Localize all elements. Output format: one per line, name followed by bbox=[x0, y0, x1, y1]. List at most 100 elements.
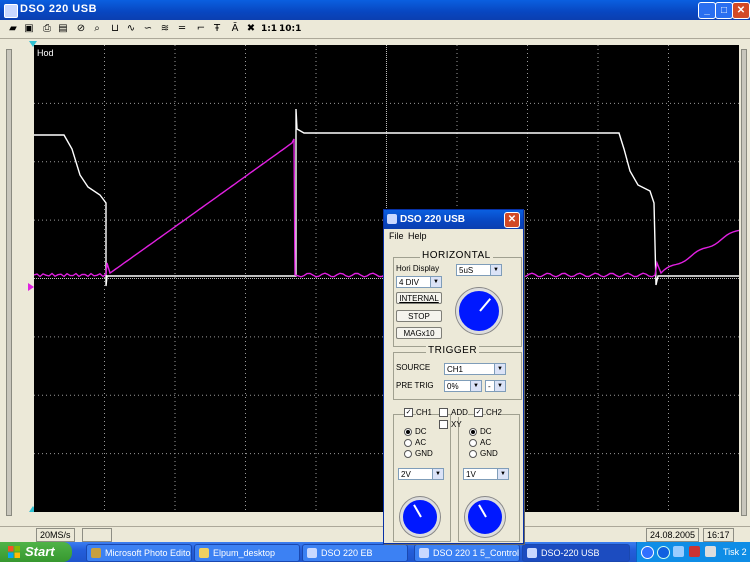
xy-checkbox[interactable] bbox=[439, 420, 448, 429]
tray-clock[interactable]: Tisk 2 bbox=[723, 547, 747, 557]
ch1-volts-knob[interactable] bbox=[400, 497, 440, 537]
save-icon[interactable]: ▣ bbox=[22, 22, 36, 36]
task-label: DSO-220 USB bbox=[541, 548, 600, 558]
menu-file[interactable]: File bbox=[389, 231, 404, 241]
main-title-bar[interactable]: DSO 220 USB _ □ ✕ bbox=[0, 0, 750, 20]
ch2-volts-knob[interactable] bbox=[465, 497, 505, 537]
sample-rate: 20MS/s bbox=[36, 528, 75, 542]
app-icon bbox=[4, 4, 18, 18]
ch2-ac-label: AC bbox=[480, 438, 492, 447]
panel-title: DSO 220 USB bbox=[400, 214, 466, 225]
timebase-knob[interactable] bbox=[456, 288, 502, 334]
ch1-dc-radio[interactable] bbox=[404, 428, 412, 436]
minimize-button[interactable]: _ bbox=[698, 2, 716, 19]
task-dso-usb[interactable]: DSO-220 USB bbox=[522, 544, 630, 562]
task-label: DSO 220 EB bbox=[321, 548, 373, 558]
dso-icon bbox=[527, 548, 537, 558]
task-dso-eb[interactable]: DSO 220 EB bbox=[302, 544, 408, 562]
amp-icon[interactable]: Ā bbox=[228, 22, 242, 36]
mag-button[interactable]: MAGx10 bbox=[396, 327, 442, 339]
ch1-gnd-radio[interactable] bbox=[404, 450, 412, 458]
chevron-down-icon: ▼ bbox=[494, 364, 505, 374]
fft-icon[interactable]: ≋ bbox=[158, 22, 172, 36]
status-bar: 20MS/s 24.08.2005 16:17 bbox=[0, 526, 750, 543]
task-dso-control[interactable]: DSO 220 1 5_Control bbox=[414, 544, 520, 562]
ch2-ac-radio[interactable] bbox=[469, 439, 477, 447]
status-field bbox=[82, 528, 112, 542]
start-label: Start bbox=[25, 544, 55, 559]
zoom-icon[interactable]: ⌕ bbox=[90, 22, 104, 36]
probe-icon[interactable]: ▤ bbox=[56, 22, 70, 36]
pretrig-select[interactable]: 0% ▼ bbox=[444, 380, 482, 392]
ch2-gnd-radio[interactable] bbox=[469, 450, 477, 458]
hori-display-select[interactable]: 4 DIV ▼ bbox=[396, 276, 442, 288]
chevron-down-icon: ▼ bbox=[490, 265, 501, 275]
ch1-checkbox[interactable]: ✓ bbox=[404, 408, 413, 417]
chevron-down-icon: ▼ bbox=[470, 381, 481, 391]
ch2-gnd-label: GND bbox=[480, 449, 498, 458]
time-field: 16:17 bbox=[703, 528, 734, 542]
tray-icon-1[interactable] bbox=[641, 546, 654, 559]
hori-display-label: Hori Display bbox=[396, 264, 440, 273]
clear-icon[interactable]: ✖ bbox=[244, 22, 258, 36]
ratio-10-1-button[interactable]: 10:1 bbox=[279, 22, 301, 36]
ch2-label: CH2 bbox=[486, 408, 503, 417]
system-tray: Tisk 2 bbox=[636, 542, 750, 562]
source-label: SOURCE bbox=[396, 363, 431, 372]
panel-close-button[interactable]: ✕ bbox=[504, 212, 520, 228]
folder-icon bbox=[199, 548, 209, 558]
slope-select[interactable]: - ▼ bbox=[485, 380, 506, 392]
ch2-volts-select[interactable]: 1V ▼ bbox=[463, 468, 509, 480]
freq-icon[interactable]: Ŧ bbox=[210, 22, 224, 36]
task-label: Microsoft Photo Editor bbox=[105, 548, 192, 558]
window-title: DSO 220 USB bbox=[20, 3, 98, 15]
timebase-value: 5uS bbox=[459, 266, 474, 275]
chevron-down-icon: ▼ bbox=[494, 381, 505, 391]
chevron-down-icon: ▼ bbox=[430, 277, 441, 287]
line-icon[interactable]: ═ bbox=[175, 22, 189, 36]
timebase-select[interactable]: 5uS ▼ bbox=[456, 264, 502, 276]
left-scroll-bar[interactable] bbox=[6, 49, 12, 516]
ch2-dc-radio[interactable] bbox=[469, 428, 477, 436]
mode-label: Hod bbox=[37, 48, 54, 58]
knob-pointer bbox=[479, 298, 492, 312]
chevron-down-icon: ▼ bbox=[497, 469, 508, 479]
tray-icon-2[interactable] bbox=[657, 546, 670, 559]
hori-display-value: 4 DIV bbox=[399, 278, 420, 287]
cursor-icon[interactable]: ⊔ bbox=[108, 22, 122, 36]
internal-button[interactable]: INTERNAL bbox=[396, 292, 442, 304]
ch1-volts-select[interactable]: 2V ▼ bbox=[398, 468, 444, 480]
source-select[interactable]: CH1 ▼ bbox=[444, 363, 506, 375]
control-panel-window: DSO 220 USB ✕ File Help HORIZONTAL Hori … bbox=[383, 209, 524, 544]
panel-app-icon bbox=[387, 214, 397, 224]
close-button[interactable]: ✕ bbox=[732, 2, 750, 19]
add-label: ADD bbox=[451, 408, 468, 417]
task-photo-editor[interactable]: Microsoft Photo Editor bbox=[86, 544, 192, 562]
trigger-title: TRIGGER bbox=[426, 345, 480, 356]
tray-icon-5[interactable] bbox=[705, 546, 716, 557]
menu-help[interactable]: Help bbox=[408, 231, 427, 241]
right-scroll-bar[interactable] bbox=[741, 49, 747, 516]
ch1-ac-radio[interactable] bbox=[404, 439, 412, 447]
add-checkbox[interactable] bbox=[439, 408, 448, 417]
stop-icon[interactable]: ⊘ bbox=[74, 22, 88, 36]
print-icon[interactable]: ⎙ bbox=[40, 22, 54, 36]
wave-icon[interactable]: ∿ bbox=[124, 22, 138, 36]
panel-title-bar[interactable]: DSO 220 USB ✕ bbox=[384, 210, 523, 229]
knob-pointer bbox=[478, 504, 487, 518]
task-label: DSO 220 1 5_Control bbox=[433, 548, 520, 558]
stop-button[interactable]: STOP bbox=[396, 310, 442, 322]
start-button[interactable]: Start bbox=[0, 542, 72, 562]
maximize-button[interactable]: □ bbox=[715, 2, 733, 19]
source-value: CH1 bbox=[447, 365, 464, 374]
ch2-checkbox[interactable]: ✓ bbox=[474, 408, 483, 417]
pretrig-label: PRE TRIG bbox=[396, 381, 434, 390]
task-elpum[interactable]: Elpum_desktop bbox=[194, 544, 300, 562]
wave2-icon[interactable]: ∽ bbox=[141, 22, 155, 36]
marker-icon[interactable]: ⌐ bbox=[194, 22, 208, 36]
tray-icon-3[interactable] bbox=[673, 546, 684, 557]
tray-icon-4[interactable] bbox=[689, 546, 700, 557]
open-icon[interactable]: ▰ bbox=[6, 22, 20, 36]
ch1-ac-label: AC bbox=[415, 438, 427, 447]
ratio-1-1-button[interactable]: 1:1 bbox=[260, 22, 278, 36]
